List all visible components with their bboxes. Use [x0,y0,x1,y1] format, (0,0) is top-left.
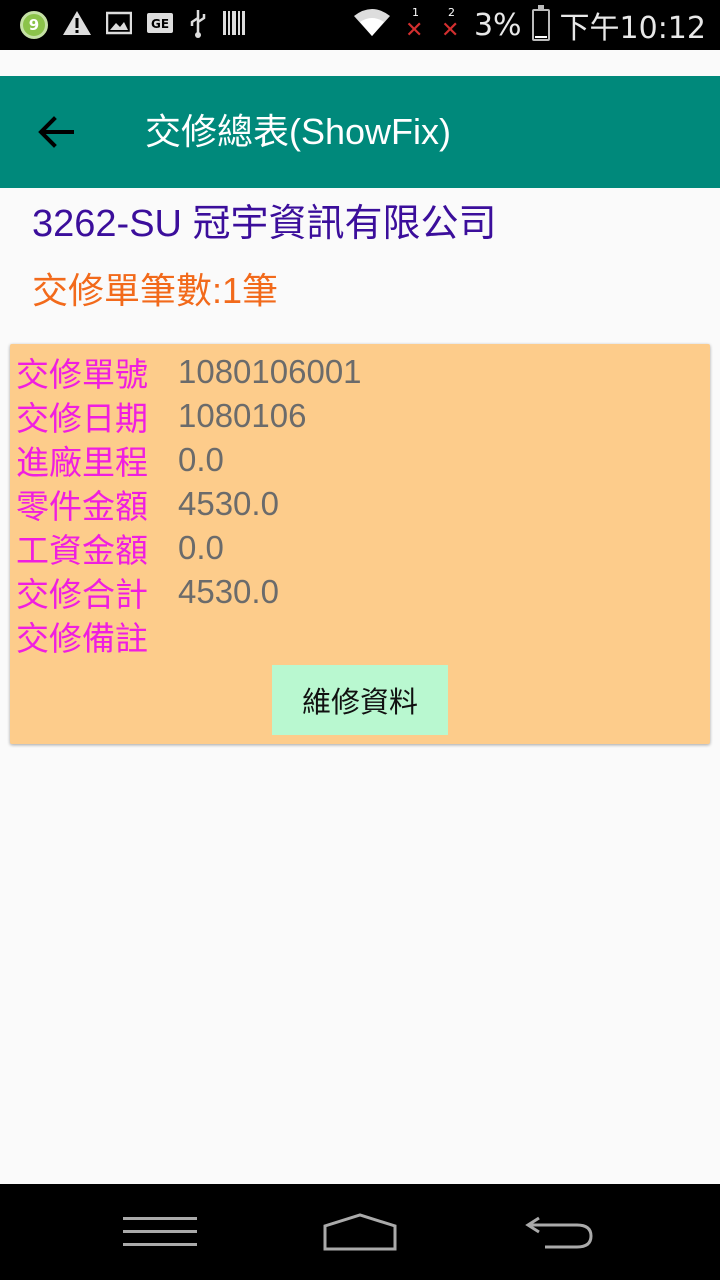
fix-date-label: 交修日期 [16,400,148,437]
app-bar: 交修總表(ShowFix) [0,76,720,188]
fix-row-mileage: 進廠里程 0.0 [16,438,224,482]
home-button[interactable] [310,1202,410,1262]
labor-amount-label: 工資金額 [16,532,148,569]
fix-row-remark: 交修備註 [16,614,178,658]
mileage-value: 0.0 [178,441,224,478]
arrow-left-icon [38,116,74,148]
status-bar: 9 GE 1 ✕ 2 ✕ 3% 下午10:12 [0,0,720,50]
fix-count: 交修單筆數:1筆 [32,270,279,311]
back-button[interactable] [28,104,84,160]
ge-app-icon: GE [146,12,174,38]
back-nav-button[interactable] [510,1202,610,1262]
home-icon [323,1213,397,1251]
image-icon [105,11,133,39]
sim2-x: ✕ [440,18,460,43]
menu-icon [123,1217,197,1246]
navigation-bar [0,1184,720,1280]
fix-number-label: 交修單號 [16,356,148,393]
fix-total-value: 4530.0 [178,573,279,610]
battery-percent: 3% [473,7,522,43]
fix-row-date: 交修日期 1080106 [16,394,306,438]
parts-amount-label: 零件金額 [16,488,148,525]
company-name: 3262-SU 冠宇資訊有限公司 [32,203,497,245]
fix-row-number: 交修單號 1080106001 [16,350,362,394]
repair-data-button[interactable]: 維修資料 [272,665,448,735]
barcode-icon [222,9,246,41]
sim1-x: ✕ [404,18,424,43]
labor-amount-value: 0.0 [178,529,224,566]
fix-date-value: 1080106 [178,397,307,434]
clock: 下午10:12 [559,11,706,46]
fix-total-label: 交修合計 [16,576,148,613]
parts-amount-value: 4530.0 [178,485,279,522]
usb-icon [188,8,208,42]
page-title: 交修總表(ShowFix) [145,111,452,152]
warning-icon [62,9,92,41]
mileage-label: 進廠里程 [16,444,148,481]
battery-icon [531,5,550,41]
fix-row-labor: 工資金額 0.0 [16,526,224,570]
sim1-no-signal-icon: 1 ✕ [402,6,428,43]
notification-badge-icon: 9 [20,11,48,39]
fix-row-parts: 零件金額 4530.0 [16,482,279,526]
wifi-icon [352,8,392,42]
sim2-no-signal-icon: 2 ✕ [438,6,464,43]
fix-card: 交修單號 1080106001 交修日期 1080106 進廠里程 0.0 零件… [10,344,710,744]
back-arrow-icon [525,1216,593,1249]
fix-remark-label: 交修備註 [16,620,148,657]
menu-button[interactable] [110,1202,210,1262]
fix-number-value: 1080106001 [178,353,362,390]
fix-row-total: 交修合計 4530.0 [16,570,279,614]
svg-text:GE: GE [151,17,169,31]
